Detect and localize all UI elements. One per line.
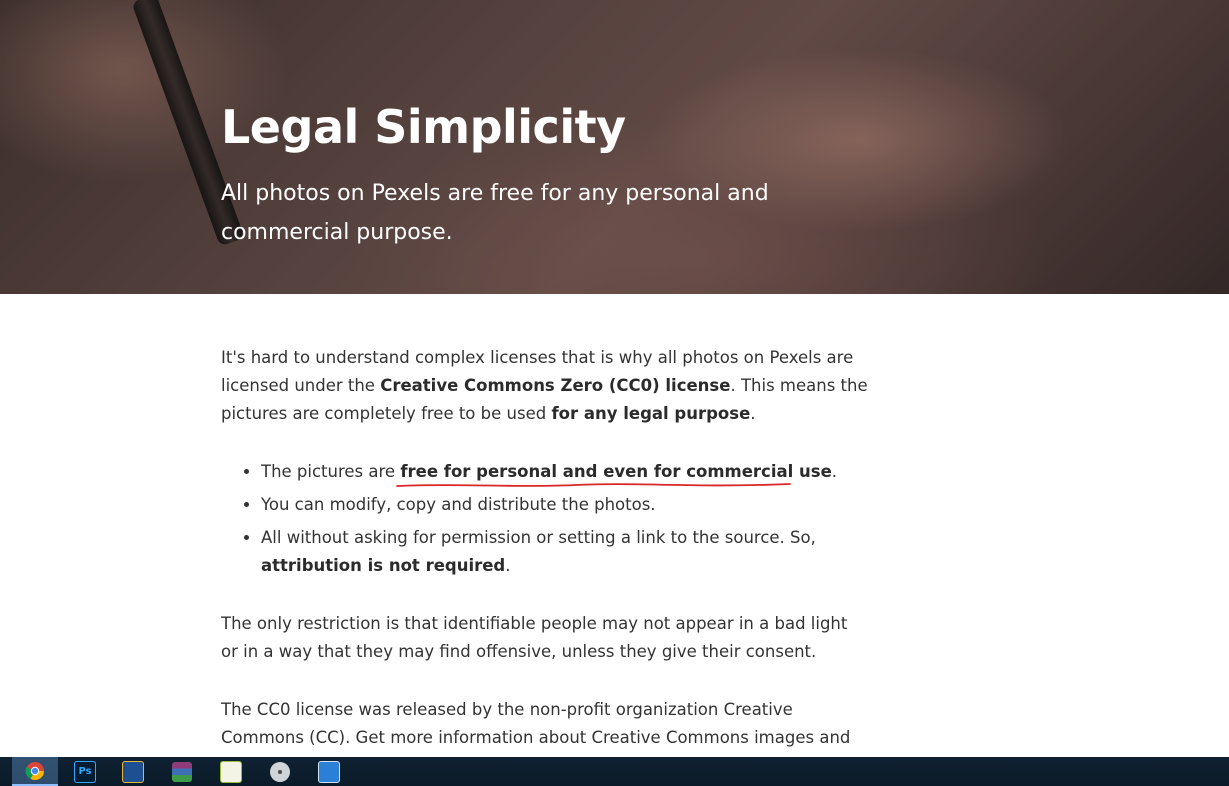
taskbar-photos[interactable] bbox=[306, 757, 352, 786]
bullet-2-text: You can modify, copy and distribute the … bbox=[261, 495, 656, 514]
disc-icon bbox=[270, 761, 290, 782]
bullet-3-bold: attribution is not required bbox=[261, 556, 506, 575]
bullet-3-text: All without asking for permission or set… bbox=[261, 528, 816, 547]
hero-banner: Legal Simplicity All photos on Pexels ar… bbox=[0, 0, 1229, 294]
bullet-3-end: . bbox=[505, 556, 511, 575]
taskbar-photoshop[interactable]: Ps bbox=[62, 757, 108, 786]
photos-icon bbox=[318, 760, 340, 783]
red-underline-annotation bbox=[396, 483, 791, 487]
license-bullet-list: The pictures are free for personal and e… bbox=[221, 458, 869, 580]
license-content: It's hard to understand complex licenses… bbox=[221, 344, 869, 780]
app-icon bbox=[122, 760, 144, 783]
intro-text-3: . bbox=[750, 404, 756, 423]
bullet-1-text: The pictures are bbox=[261, 462, 401, 481]
intro-bold-license: Creative Commons Zero (CC0) license bbox=[380, 376, 731, 395]
taskbar-notepad[interactable] bbox=[208, 757, 254, 786]
intro-bold-purpose: for any legal purpose bbox=[551, 404, 751, 423]
bullet-1-end: . bbox=[831, 462, 838, 481]
bullet-1-bold: free for personal and even for commercia… bbox=[400, 462, 832, 481]
hero-subtitle: All photos on Pexels are free for any pe… bbox=[221, 181, 769, 245]
list-item: You can modify, copy and distribute the … bbox=[261, 491, 869, 519]
list-item: All without asking for permission or set… bbox=[261, 524, 869, 580]
intro-paragraph: It's hard to understand complex licenses… bbox=[221, 344, 869, 428]
notepad-icon bbox=[220, 760, 242, 783]
taskbar-archive[interactable] bbox=[159, 757, 205, 786]
photoshop-icon: Ps bbox=[74, 760, 96, 783]
archive-icon bbox=[172, 761, 192, 782]
hero-title: Legal Simplicity bbox=[221, 100, 626, 154]
restriction-paragraph: The only restriction is that identifiabl… bbox=[221, 614, 848, 661]
chrome-icon bbox=[25, 761, 44, 780]
taskbar-app[interactable] bbox=[110, 757, 156, 786]
taskbar-disc[interactable] bbox=[257, 757, 303, 786]
windows-taskbar: Ps bbox=[0, 757, 1229, 786]
taskbar-chrome[interactable] bbox=[12, 757, 58, 786]
